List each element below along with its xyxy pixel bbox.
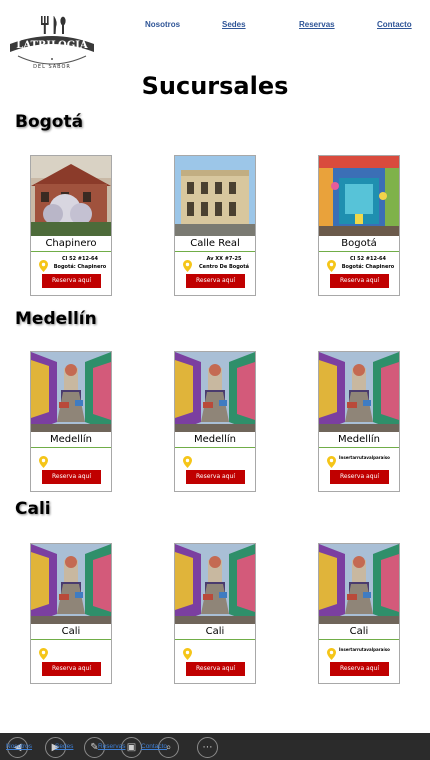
nav-link-nosotros[interactable]: Nosotros [145, 20, 180, 29]
city-heading: Cali [15, 499, 51, 519]
branch-photo-colorful-street [175, 544, 255, 624]
more-icon[interactable]: ⋯ [197, 737, 218, 758]
branch-photo-colorful-street [319, 352, 399, 432]
branch-card: Cali Reserva aquí [174, 543, 256, 684]
brand-name: LATRILOGIA [16, 40, 88, 51]
branch-photo-colorful-street [319, 544, 399, 624]
address-line-1: Insertarrutavalparaíso [339, 455, 390, 460]
branch-card: Medellín Reserva aquí [30, 351, 112, 492]
branch-address: Av XX #7-25 Centro De Bogotá [195, 255, 253, 271]
location-pin-icon [327, 257, 336, 272]
branch-card: Cali Insertarrutavalparaíso Reserva aquí [318, 543, 400, 684]
address-line-2: Bogotá: Chapinero [341, 264, 395, 270]
taskbar-link-contacto[interactable]: Contacto [141, 743, 167, 750]
branch-card: Medellín Reserva aquí [174, 351, 256, 492]
branch-photo-colorful-storefront [319, 156, 399, 236]
divider [175, 251, 255, 252]
reserve-button[interactable]: Reserva aquí [330, 470, 389, 484]
reserve-button[interactable]: Reserva aquí [330, 662, 389, 676]
nav-link-contacto[interactable]: Contacto [377, 20, 412, 29]
branch-photo-colorful-street [31, 352, 111, 432]
branch-address: Cl 52 #12-64 Bogotá: Chapinero [51, 255, 109, 271]
divider [31, 447, 111, 448]
address-line-1: Cl 52 #12-64 [61, 256, 98, 262]
branch-card: Calle Real Av XX #7-25 Centro De Bogotá … [174, 155, 256, 296]
branch-name: Bogotá [341, 238, 377, 249]
branch-name: Medellín [50, 434, 92, 445]
reserve-button[interactable]: Reserva aquí [186, 274, 245, 288]
location-pin-icon [183, 645, 192, 660]
branch-name: Cali [205, 626, 225, 637]
location-pin-icon [327, 453, 336, 468]
branch-photo-colorful-street [175, 352, 255, 432]
branch-address: Insertarrutavalparaíso [339, 454, 397, 462]
nav-link-sedes[interactable]: Sedes [222, 20, 246, 29]
divider [175, 447, 255, 448]
location-pin-icon [183, 453, 192, 468]
address-line-1: Insertarrutavalparaíso [339, 647, 390, 652]
reserve-button[interactable]: Reserva aquí [330, 274, 389, 288]
branch-address: Insertarrutavalparaíso [339, 646, 397, 654]
page-title: Sucursales [141, 72, 289, 100]
location-pin-icon [39, 453, 48, 468]
branch-card: Medellín Insertarrutavalparaíso Reserva … [318, 351, 400, 492]
taskbar-link-reservas[interactable]: Reservas [98, 743, 125, 750]
address-line-2: Bogotá: Chapinero [53, 264, 107, 270]
city-heading: Medellín [15, 309, 97, 329]
brand-tagline: DEL SABOR [33, 64, 71, 70]
branch-card: Bogotá Cl 52 #12-64 Bogotá: Chapinero Re… [318, 155, 400, 296]
branch-name: Cali [349, 626, 369, 637]
reserve-button[interactable]: Reserva aquí [42, 274, 101, 288]
address-line-1: Cl 52 #12-64 [349, 256, 386, 262]
reserve-button[interactable]: Reserva aquí [42, 470, 101, 484]
divider [31, 639, 111, 640]
reserve-button[interactable]: Reserva aquí [186, 470, 245, 484]
taskbar-link-sedes[interactable]: Sedes [55, 743, 73, 750]
branch-name: Medellín [194, 434, 236, 445]
branch-photo-colonial-building [175, 156, 255, 236]
divider [319, 639, 399, 640]
branch-name: Calle Real [190, 238, 240, 249]
location-pin-icon [39, 645, 48, 660]
divider [319, 447, 399, 448]
city-heading: Bogotá [15, 112, 84, 132]
branch-photo-colorful-street [31, 544, 111, 624]
taskbar-link-nosotros[interactable]: Nosotros [6, 743, 32, 750]
location-pin-icon [39, 257, 48, 272]
reserve-button[interactable]: Reserva aquí [42, 662, 101, 676]
branch-card: Chapinero Cl 52 #12-64 Bogotá: Chapinero… [30, 155, 112, 296]
branch-name: Chapinero [45, 238, 97, 249]
reserve-button[interactable]: Reserva aquí [186, 662, 245, 676]
address-line-1: Av XX #7-25 [206, 256, 242, 262]
branch-address: Cl 52 #12-64 Bogotá: Chapinero [339, 255, 397, 271]
location-pin-icon [183, 257, 192, 272]
branch-name: Medellín [338, 434, 380, 445]
branch-photo-house-with-tree [31, 156, 111, 236]
branch-card: Cali Reserva aquí [30, 543, 112, 684]
divider [31, 251, 111, 252]
branch-name: Cali [61, 626, 81, 637]
divider [319, 251, 399, 252]
address-line-2: Centro De Bogotá [199, 264, 249, 270]
brand-logo[interactable]: LATRILOGIA DEL SABOR [8, 14, 96, 76]
divider [175, 639, 255, 640]
location-pin-icon [327, 645, 336, 660]
nav-link-reservas[interactable]: Reservas [299, 20, 335, 29]
taskbar: ◀ ▶ ✎ ▣ ⌕ ⋯ Nosotros Sedes Reservas Cont… [0, 733, 430, 760]
